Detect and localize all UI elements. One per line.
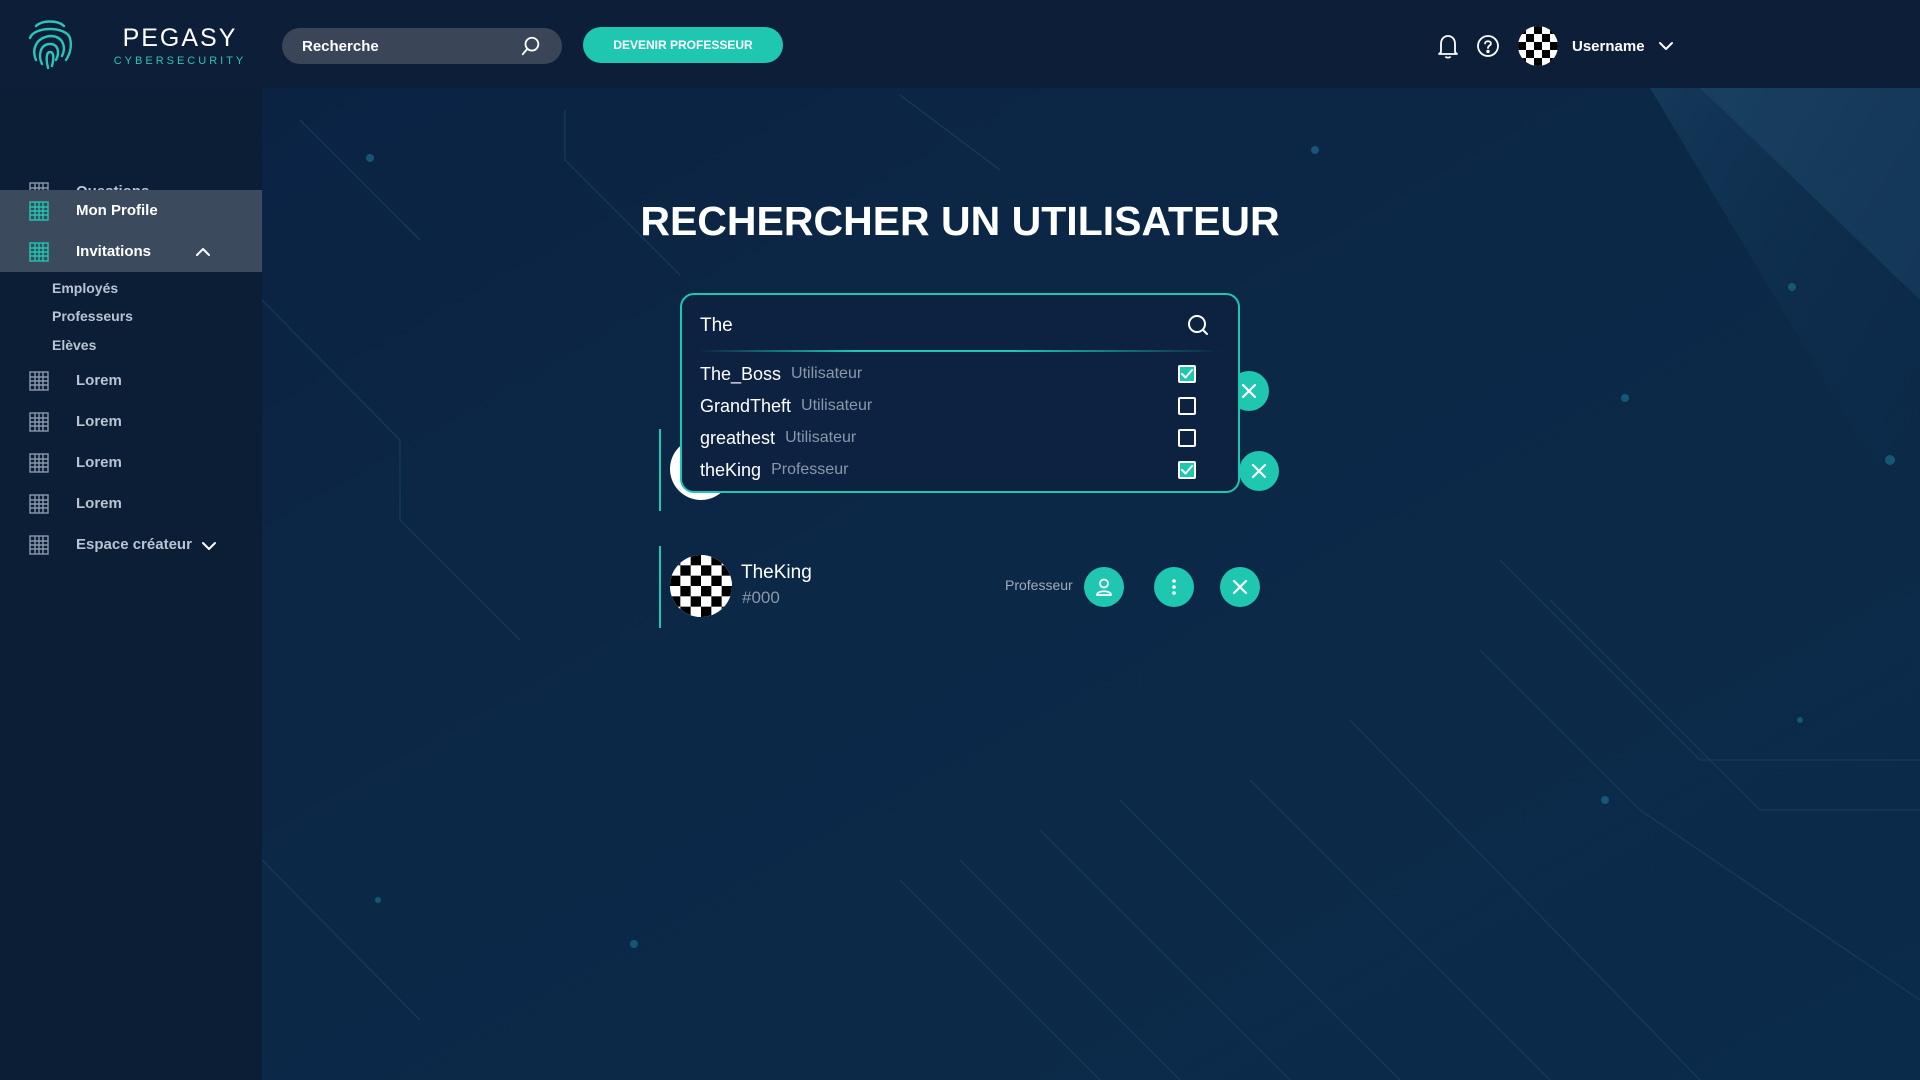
sidebar-subitem-employes[interactable]: Employés <box>52 280 118 296</box>
username-label[interactable]: Username <box>1572 38 1645 55</box>
sidebar-subitem-eleves[interactable]: Elèves <box>52 337 96 353</box>
sidebar-item-label: Lorem <box>76 372 122 389</box>
sidebar-item-label: Lorem <box>76 454 122 471</box>
check-icon <box>1181 465 1193 475</box>
search-icon[interactable] <box>520 35 542 57</box>
chevron-up-icon[interactable] <box>194 243 212 261</box>
building-icon <box>29 452 49 473</box>
result-checkbox[interactable] <box>1178 429 1196 447</box>
sidebar-item-label: Invitations <box>76 243 152 260</box>
chevron-down-icon[interactable] <box>1657 37 1675 55</box>
result-type: Utilisateur <box>785 429 857 446</box>
building-icon <box>29 534 49 555</box>
sidebar-subitem-professeurs[interactable]: Professeurs <box>52 308 133 324</box>
sidebar-item-label: Mon Profile <box>76 202 158 219</box>
sidebar-item-label: Espace créateur <box>76 536 192 553</box>
list-item[interactable]: greathest Utilisateur <box>700 424 1218 452</box>
close-button[interactable] <box>1239 451 1279 491</box>
avatar[interactable] <box>1518 26 1558 66</box>
sidebar-item-label: Lorem <box>76 413 122 430</box>
help-icon[interactable] <box>1474 32 1502 60</box>
more-options-button[interactable] <box>1154 567 1194 607</box>
sidebar-item-lorem-2[interactable]: Lorem <box>0 401 262 442</box>
list-item[interactable]: theKing Professeur <box>700 456 1218 484</box>
top-bar: PEGASY CYBERSECURITY Recherche DEVENIR P… <box>0 0 1920 88</box>
user-search-dropdown: The The_Boss Utilisateur GrandTheft Util… <box>680 293 1240 493</box>
avatar[interactable] <box>670 555 732 617</box>
page-title: RECHERCHER UN UTILISATEUR <box>640 198 1280 244</box>
check-icon <box>1181 369 1193 379</box>
close-icon <box>1241 383 1257 399</box>
sidebar-item-invitations[interactable]: Invitations <box>0 231 262 272</box>
top-search-input[interactable]: Recherche <box>282 28 562 64</box>
user-card: TheKing #000 Professeur <box>659 546 1265 628</box>
sidebar-item-espace-createur[interactable]: Espace créateur <box>0 524 262 565</box>
result-type: Utilisateur <box>791 365 863 382</box>
result-type: Utilisateur <box>801 397 873 414</box>
user-search-input[interactable]: The <box>700 315 733 337</box>
close-icon <box>1251 463 1267 479</box>
result-name: greathest <box>700 427 776 448</box>
building-icon <box>29 241 49 262</box>
sidebar-item-label: Lorem <box>76 495 122 512</box>
building-icon <box>29 411 49 432</box>
result-name: theKing <box>700 459 762 480</box>
building-icon <box>29 493 49 514</box>
user-role: Professeur <box>1005 577 1073 593</box>
result-type: Professeur <box>771 461 849 478</box>
sidebar-item-mon-profile[interactable]: Mon Profile <box>0 190 262 231</box>
top-search-placeholder: Recherche <box>302 37 379 55</box>
chevron-down-icon[interactable] <box>200 537 218 555</box>
more-vertical-icon <box>1172 579 1176 595</box>
user-tag: #000 <box>742 588 780 607</box>
result-name: GrandTheft <box>700 395 792 416</box>
user-name: TheKing <box>741 562 812 583</box>
close-icon <box>1232 579 1248 595</box>
search-icon[interactable] <box>1186 313 1210 337</box>
result-checkbox[interactable] <box>1178 397 1196 415</box>
become-teacher-button[interactable]: DEVENIR PROFESSEUR <box>583 27 783 63</box>
sidebar-item-lorem-1[interactable]: Lorem <box>0 360 262 401</box>
brand-tagline: CYBERSECURITY <box>113 55 247 67</box>
divider <box>698 350 1222 352</box>
circuit-background <box>0 0 1920 1080</box>
brand-name: PEGASY <box>122 24 238 52</box>
result-name: The_Boss <box>700 363 782 384</box>
sidebar-item-lorem-3[interactable]: Lorem <box>0 442 262 483</box>
list-item[interactable]: The_Boss Utilisateur <box>700 360 1218 388</box>
remove-user-button[interactable] <box>1220 567 1260 607</box>
result-checkbox[interactable] <box>1178 365 1196 383</box>
building-icon <box>29 200 49 221</box>
sidebar-item-lorem-4[interactable]: Lorem <box>0 483 262 524</box>
building-icon <box>29 370 49 391</box>
view-profile-button[interactable] <box>1084 567 1124 607</box>
list-item[interactable]: GrandTheft Utilisateur <box>700 392 1218 420</box>
fingerprint-icon <box>28 20 72 70</box>
result-checkbox[interactable] <box>1178 461 1196 479</box>
brand-logo[interactable]: PEGASY CYBERSECURITY <box>24 16 243 72</box>
user-icon <box>1096 578 1112 596</box>
user-area: Username <box>1434 24 1675 68</box>
bell-icon[interactable] <box>1434 32 1462 60</box>
sidebar: Questions Mon Profile Invitations Employ… <box>0 88 262 1080</box>
